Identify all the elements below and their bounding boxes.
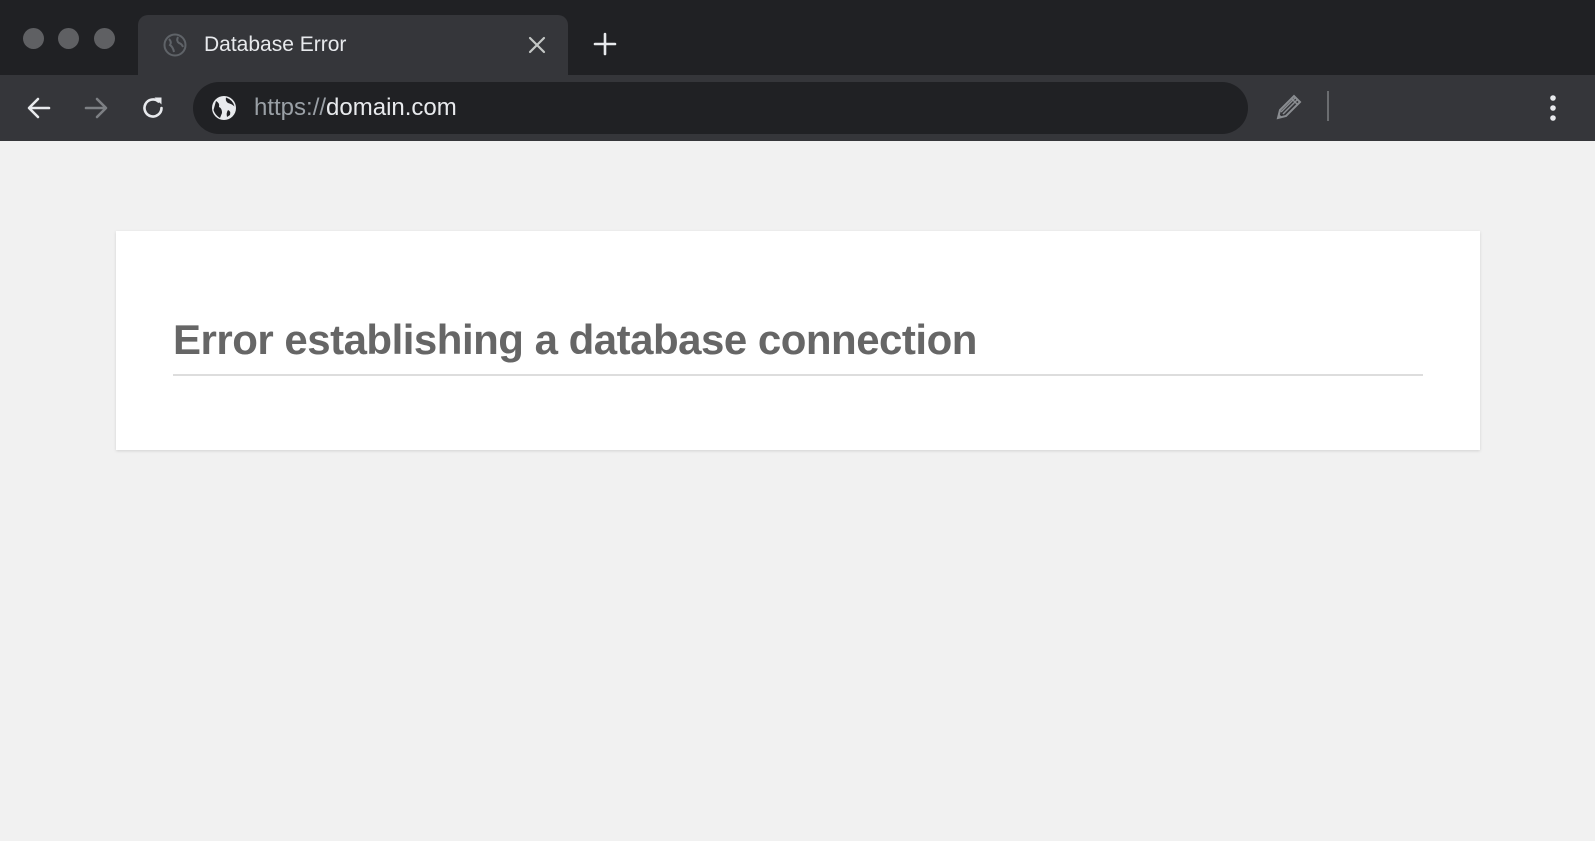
globe-icon	[163, 33, 187, 57]
address-bar[interactable]: https://domain.com	[193, 82, 1248, 134]
url-text: https://domain.com	[254, 94, 457, 122]
window-close-button[interactable]	[23, 28, 44, 49]
heading-divider	[173, 374, 1423, 376]
browser-window: Database Error https://domain.com Error …	[0, 0, 1595, 841]
window-zoom-button[interactable]	[94, 28, 115, 49]
url-scheme: https://	[254, 94, 327, 121]
pencil-icon[interactable]	[1270, 90, 1304, 124]
window-minimize-button[interactable]	[58, 28, 79, 49]
arrow-right-icon[interactable]	[82, 94, 110, 122]
url-host: domain.com	[326, 94, 457, 121]
toolbar-divider	[1327, 91, 1329, 121]
page-title: Error establishing a database connection	[173, 316, 977, 363]
plus-icon[interactable]	[593, 32, 617, 56]
page-content: Error establishing a database connection	[0, 141, 1595, 841]
arrow-left-icon[interactable]	[25, 94, 53, 122]
toolbar: https://domain.com	[0, 75, 1595, 141]
kebab-menu-icon[interactable]	[1542, 93, 1564, 123]
reload-icon[interactable]	[139, 94, 167, 122]
tab-title: Database Error	[204, 33, 347, 56]
error-card: Error establishing a database connection	[116, 231, 1480, 450]
tab-strip: Database Error	[0, 0, 1595, 75]
globe-icon[interactable]	[211, 95, 237, 121]
tab-database-error[interactable]: Database Error	[138, 15, 568, 75]
close-icon[interactable]	[526, 34, 548, 56]
